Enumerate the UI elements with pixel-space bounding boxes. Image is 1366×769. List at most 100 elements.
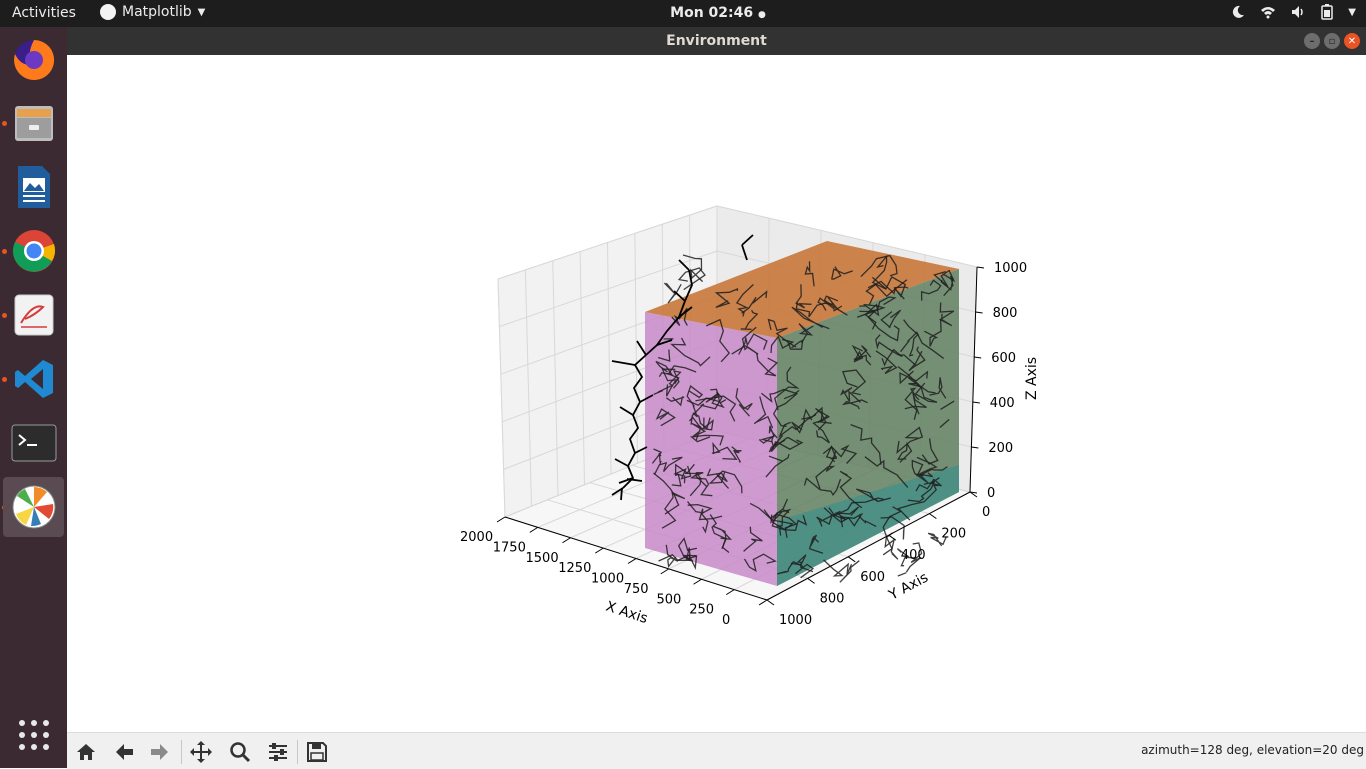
- z-tick-label: 400: [990, 396, 1015, 411]
- tree-branch: [840, 561, 859, 583]
- show-apps-button[interactable]: [3, 705, 64, 765]
- x-tick-mark: [628, 559, 636, 564]
- x-tick-mark: [661, 569, 669, 574]
- minimize-button[interactable]: –: [1304, 33, 1320, 49]
- dock-evince[interactable]: [3, 285, 64, 345]
- evince-icon: [13, 293, 55, 337]
- x-tick-label: 250: [689, 603, 714, 618]
- notification-dot-icon: ●: [758, 10, 766, 20]
- x-tick-mark: [759, 600, 767, 605]
- maximize-button[interactable]: ▫: [1324, 33, 1340, 49]
- dock: [0, 27, 67, 768]
- x-tick-label: 0: [722, 613, 730, 628]
- x-tick-mark: [563, 538, 571, 543]
- save-icon: [306, 741, 328, 763]
- y-axis-label: Y Axis: [885, 570, 931, 604]
- y-tick-mark: [808, 578, 815, 583]
- z-tick-labels: 02004006008001000: [970, 261, 1027, 501]
- z-tick-mark: [971, 447, 978, 448]
- dock-terminal[interactable]: [3, 413, 64, 473]
- home-icon: [75, 741, 97, 763]
- x-tick-mark: [595, 548, 603, 553]
- x-tick-label: 1500: [526, 551, 559, 566]
- x-tick-label: 750: [624, 582, 649, 597]
- toolbar-separator: [181, 740, 182, 764]
- z-tick-mark: [974, 357, 981, 358]
- y-tick-mark: [767, 600, 774, 605]
- dock-files[interactable]: [3, 93, 64, 153]
- z-tick-label: 1000: [994, 261, 1027, 276]
- x-axis-label: X Axis: [604, 599, 650, 628]
- y-tick-mark: [889, 535, 896, 540]
- dock-matplotlib[interactable]: [3, 477, 64, 537]
- close-button[interactable]: ✕: [1344, 33, 1360, 49]
- y-tick-label: 600: [860, 570, 885, 585]
- plot-toolbar: azimuth=128 deg, elevation=20 deg: [67, 732, 1366, 769]
- pan-button[interactable]: [188, 739, 214, 765]
- night-light-icon: [1230, 4, 1246, 20]
- z-tick-label: 0: [987, 486, 995, 501]
- z-tick-label: 800: [993, 306, 1018, 321]
- maximize-icon: ▫: [1329, 36, 1336, 47]
- dock-firefox[interactable]: [3, 30, 64, 90]
- volume-icon: [1290, 4, 1306, 20]
- home-button[interactable]: [73, 739, 99, 765]
- y-tick-mark: [848, 557, 855, 562]
- window-titlebar[interactable]: Environment – ▫ ✕: [67, 27, 1366, 55]
- tree-branch: [898, 573, 907, 576]
- top-bar: Activities Matplotlib ▼ Mon 02:46 ● ▼: [0, 0, 1366, 27]
- forward-button[interactable]: [147, 739, 173, 765]
- wifi-icon: [1260, 4, 1276, 20]
- system-tray[interactable]: ▼: [1230, 4, 1356, 20]
- back-icon: [113, 741, 135, 763]
- x-tick-mark: [694, 579, 702, 584]
- back-button[interactable]: [111, 739, 137, 765]
- firefox-icon: [11, 37, 57, 83]
- vscode-icon: [13, 358, 55, 400]
- x-tick-label: 1250: [558, 561, 591, 576]
- x-tick-mark: [726, 590, 734, 595]
- close-icon: ✕: [1348, 36, 1356, 47]
- zoom-icon: [229, 741, 251, 763]
- files-icon: [12, 101, 56, 145]
- y-tick-label: 400: [901, 548, 926, 563]
- apps-grid-icon: [17, 718, 51, 752]
- zoom-button[interactable]: [227, 739, 253, 765]
- x-tick-label: 1750: [493, 540, 526, 555]
- 3d-plot[interactable]: 200017501500125010007505002500 100080060…: [67, 55, 1366, 732]
- save-button[interactable]: [304, 739, 330, 765]
- z-tick-mark: [977, 267, 984, 268]
- clock-label: Mon 02:46: [670, 5, 753, 21]
- z-tick-mark: [973, 402, 980, 403]
- power-menu-chevron-icon: ▼: [1348, 7, 1356, 18]
- matplotlib-icon: [11, 484, 57, 530]
- x-tick-label: 500: [657, 592, 682, 607]
- clock[interactable]: Mon 02:46 ●: [0, 5, 1366, 21]
- z-tick-label: 200: [988, 441, 1013, 456]
- y-tick-label: 0: [982, 505, 990, 520]
- forward-icon: [149, 741, 171, 763]
- configure-icon: [267, 741, 289, 763]
- tree-twig: [621, 488, 622, 500]
- terminal-icon: [11, 423, 57, 463]
- chrome-icon: [11, 228, 57, 274]
- y-tick-label: 200: [941, 527, 966, 542]
- plot-canvas[interactable]: 200017501500125010007505002500 100080060…: [67, 55, 1366, 732]
- y-tick-label: 800: [820, 591, 845, 606]
- battery-icon: [1320, 4, 1334, 20]
- x-tick-mark: [497, 517, 505, 522]
- writer-icon: [14, 164, 54, 210]
- toolbar-separator: [297, 740, 298, 764]
- x-tick-label: 1000: [591, 572, 624, 587]
- x-tick-label: 2000: [460, 530, 493, 545]
- configure-button[interactable]: [265, 739, 291, 765]
- z-axis-label: Z Axis: [1024, 357, 1040, 400]
- dock-writer[interactable]: [3, 157, 64, 217]
- pan-icon: [189, 740, 213, 764]
- window-title: Environment: [67, 33, 1366, 49]
- z-tick-mark: [976, 312, 983, 313]
- dock-chrome[interactable]: [3, 221, 64, 281]
- minimize-icon: –: [1310, 36, 1315, 47]
- x-tick-mark: [530, 527, 538, 532]
- dock-vscode[interactable]: [3, 349, 64, 409]
